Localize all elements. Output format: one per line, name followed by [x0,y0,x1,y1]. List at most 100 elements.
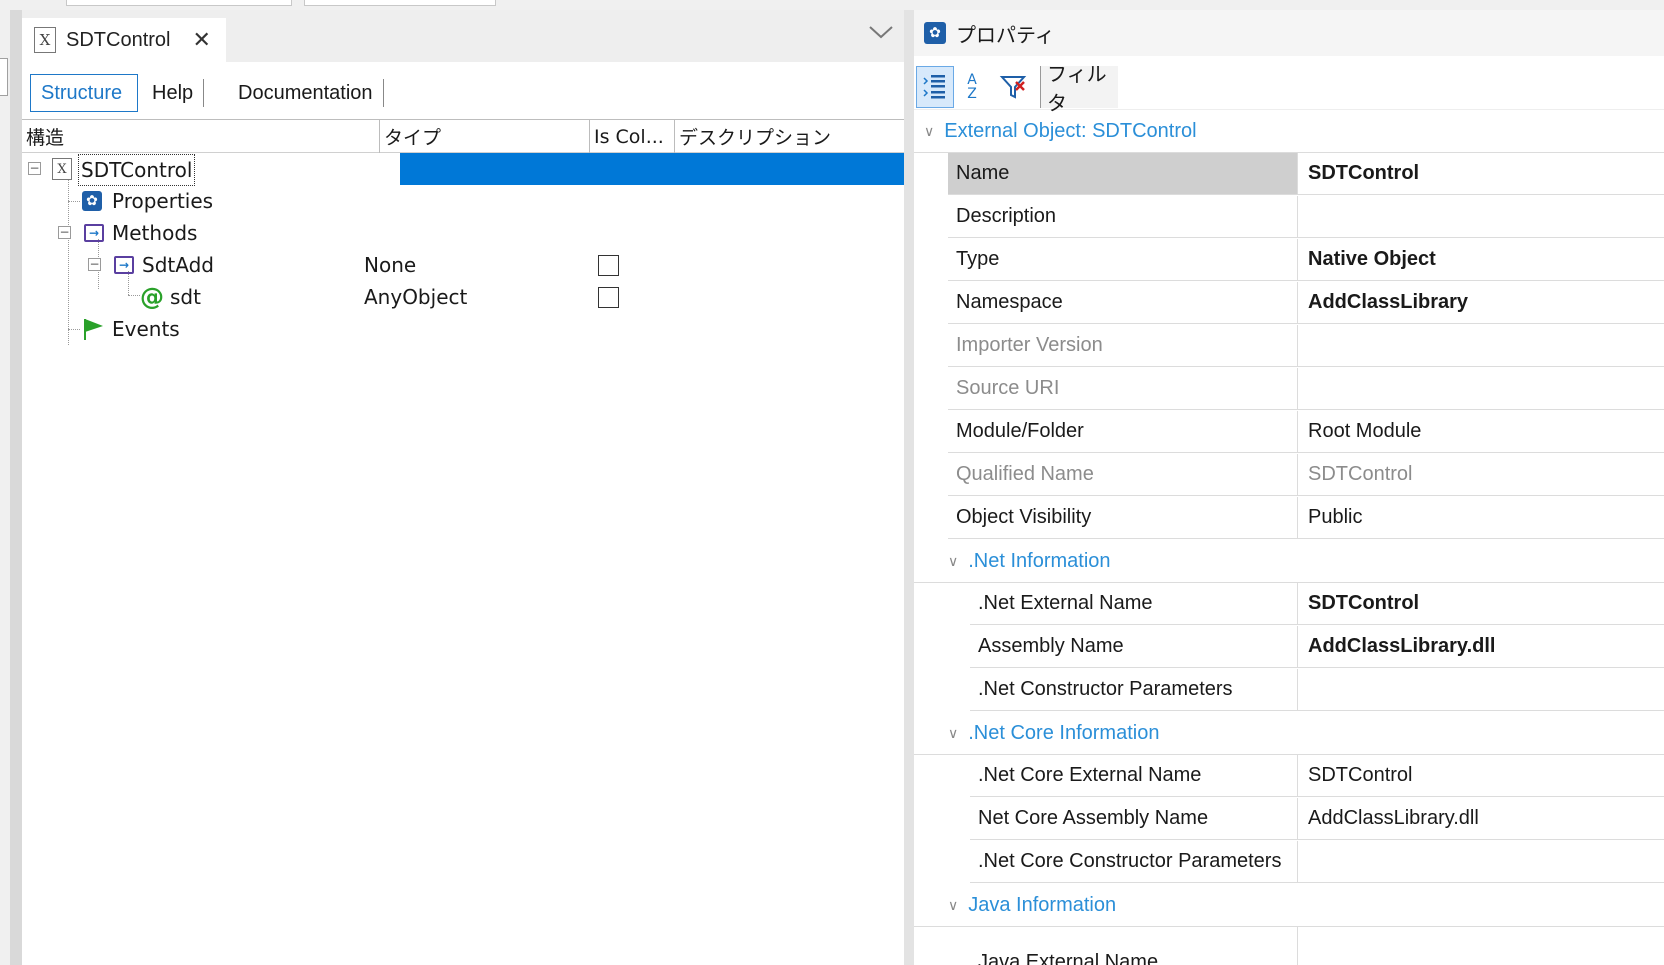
property-row-net-core-constructor-parameters[interactable]: .Net Core Constructor Parameters [914,841,1664,884]
property-value [1297,368,1664,410]
chevron-down-icon[interactable]: ∨ [948,725,958,742]
property-value[interactable] [1297,927,1664,965]
categorized-button[interactable] [916,66,954,108]
column-structure[interactable]: 構造 [22,120,380,153]
property-row-type[interactable]: Type Native Object [914,239,1664,282]
property-row-description[interactable]: Description [914,196,1664,239]
property-value[interactable]: SDTControl [1297,153,1664,195]
sort-alphabetical-button[interactable]: A Z [958,66,986,108]
filter-icon [999,76,1027,99]
property-value[interactable]: AddClassLibrary [1297,282,1664,324]
property-name: Type [948,239,1297,281]
property-row-source-uri[interactable]: Source URI [914,368,1664,411]
category-external-object[interactable]: ∨ External Object: SDTControl [914,110,1664,153]
property-name: Source URI [948,368,1297,410]
property-value[interactable]: SDTControl [1297,755,1664,797]
property-value[interactable] [1297,841,1664,883]
property-value[interactable] [1297,669,1664,711]
collapse-icon[interactable]: − [28,162,41,175]
property-value[interactable]: SDTControl [1297,583,1664,625]
method-icon: → [84,224,104,242]
property-name: .Net Core Constructor Parameters [970,841,1297,883]
parameter-icon: @ [140,283,164,311]
object-editor: X SDTControl ✕ Structure Help Documentat… [22,10,904,965]
top-toolbar-strip [0,0,1664,10]
property-name: .Net Core External Name [970,755,1297,797]
is-collection-checkbox[interactable] [598,286,619,308]
column-type[interactable]: タイプ [380,120,590,153]
tree-type: None [364,253,417,277]
document-tab[interactable]: X SDTControl ✕ [22,18,226,62]
category-net-core-information[interactable]: ∨ .Net Core Information [914,712,1664,755]
property-row-namespace[interactable]: Namespace AddClassLibrary [914,282,1664,325]
property-name: Qualified Name [948,454,1297,496]
structure-column-header: 構造 タイプ Is Col... デスクリプション [22,120,904,153]
category-java-information[interactable]: ∨ Java Information [914,884,1664,927]
left-splitter[interactable] [10,10,22,965]
az-top: A [967,72,977,88]
tab-documentation[interactable]: Documentation [228,79,384,107]
collapse-icon[interactable]: − [88,258,101,271]
toolbar-combo-2[interactable] [304,0,496,6]
filter-label-area[interactable]: フィルタ [1040,62,1118,115]
external-object-icon: X [34,27,56,53]
property-row-net-constructor-parameters[interactable]: .Net Constructor Parameters [914,669,1664,712]
category-net-information[interactable]: ∨ .Net Information [914,540,1664,583]
property-row-name[interactable]: Name SDTControl [914,153,1664,196]
property-value[interactable]: AddClassLibrary.dll [1297,626,1664,668]
chevron-down-icon[interactable] [868,24,894,40]
tab-help[interactable]: Help [142,79,205,107]
tab-structure[interactable]: Structure [30,74,138,112]
toolbar-combo-1[interactable] [66,0,292,6]
close-icon[interactable]: ✕ [192,28,210,53]
column-is-collection[interactable]: Is Col... [590,120,675,153]
tree-row-sdt[interactable]: @ sdt AnyObject [22,281,904,313]
properties-panel: ✿ プロパティ A Z フィルタ ∨ External Object: SDTC… [914,10,1664,965]
column-description[interactable]: デスクリプション [675,120,904,153]
tree-row-sdtadd[interactable]: − → SdtAdd None [22,249,904,281]
property-value[interactable]: Root Module [1297,411,1664,453]
chevron-down-icon[interactable]: ∨ [948,897,958,914]
property-value: SDTControl [1297,454,1664,496]
property-value [1297,325,1664,367]
filter-button[interactable] [996,66,1030,108]
tree-row-methods[interactable]: − → Methods [22,217,904,249]
property-value[interactable] [1297,196,1664,238]
tree-label: Properties [112,189,214,213]
chevron-down-icon[interactable]: ∨ [948,553,958,570]
property-value[interactable]: Public [1297,497,1664,539]
filter-label: フィルタ [1047,62,1107,115]
tree-row-events[interactable]: Events [22,313,904,345]
category-label: External Object: SDTControl [944,119,1197,142]
gutter-tab[interactable] [0,58,8,96]
tree-row-sdtcontrol[interactable]: − X SDTControl [22,153,904,186]
is-collection-checkbox[interactable] [598,254,619,276]
az-bottom: Z [967,86,977,102]
property-name: Module/Folder [948,411,1297,453]
tree-label: sdt [170,285,201,309]
property-row-qualified-name[interactable]: Qualified Name SDTControl [914,454,1664,497]
property-row-module-folder[interactable]: Module/Folder Root Module [914,411,1664,454]
property-row-net-core-assembly-name[interactable]: Net Core Assembly Name AddClassLibrary.d… [914,798,1664,841]
property-name: Net Core Assembly Name [970,798,1297,840]
property-name: Namespace [948,282,1297,324]
property-row-java-external-name[interactable]: Java External Name [914,927,1664,965]
property-name: Assembly Name [970,626,1297,668]
flag-icon [84,319,103,340]
property-name: Object Visibility [948,497,1297,539]
panel-splitter[interactable] [904,10,914,965]
property-row-importer-version[interactable]: Importer Version [914,325,1664,368]
property-row-net-core-external-name[interactable]: .Net Core External Name SDTControl [914,755,1664,798]
property-value[interactable]: AddClassLibrary.dll [1297,798,1664,840]
tree-row-properties[interactable]: ✿ Properties [22,185,904,217]
property-name: Importer Version [948,325,1297,367]
property-value[interactable]: Native Object [1297,239,1664,281]
property-row-assembly-name[interactable]: Assembly Name AddClassLibrary.dll [914,626,1664,669]
property-name: Java External Name [970,927,1297,965]
property-row-net-external-name[interactable]: .Net External Name SDTControl [914,583,1664,626]
chevron-down-icon[interactable]: ∨ [924,123,934,140]
collapse-icon[interactable]: − [58,226,71,239]
row-selection [400,153,904,185]
property-row-object-visibility[interactable]: Object Visibility Public [914,497,1664,540]
category-label: .Net Core Information [968,721,1160,744]
